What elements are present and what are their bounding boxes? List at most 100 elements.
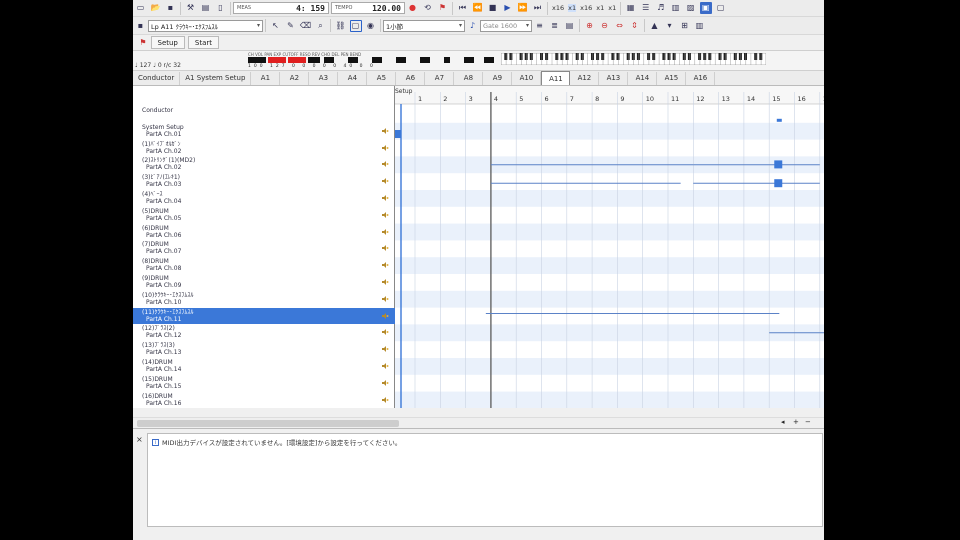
track-row[interactable]: (3)ﾋﾟｱﾉ(ｴﾚｷ1) PartA Ch.03 bbox=[133, 173, 395, 190]
tab-a13[interactable]: A13 bbox=[599, 71, 629, 85]
speaker-icon[interactable] bbox=[381, 278, 389, 286]
tab-a11[interactable]: A11 bbox=[541, 71, 571, 85]
picture-icon[interactable]: ▣ bbox=[699, 2, 712, 14]
fill-icon[interactable]: ▤ bbox=[564, 20, 576, 32]
skip-end-icon[interactable]: ⏭ bbox=[532, 2, 544, 14]
speaker-icon[interactable] bbox=[381, 379, 389, 387]
track-row[interactable]: (14)DRUM PartA Ch.14 bbox=[133, 358, 395, 375]
loop-icon[interactable]: ⟲ bbox=[422, 2, 434, 14]
speaker-icon[interactable] bbox=[381, 295, 389, 303]
tab-a14[interactable]: A14 bbox=[628, 71, 658, 85]
grid-view-icon[interactable]: ▦ bbox=[625, 2, 637, 14]
gate-select[interactable]: Gate 1600 ▾ bbox=[480, 19, 532, 32]
quantize-icon[interactable]: ≡ bbox=[534, 20, 546, 32]
tab-a7[interactable]: A7 bbox=[425, 71, 455, 85]
zoom-plus-icon[interactable]: + bbox=[793, 418, 799, 426]
start-button[interactable]: Start bbox=[187, 36, 219, 49]
speaker-icon[interactable] bbox=[381, 345, 389, 353]
tab-a3[interactable]: A3 bbox=[309, 71, 339, 85]
zoom-out-icon[interactable]: ⊖ bbox=[599, 20, 611, 32]
speaker-icon[interactable] bbox=[381, 194, 389, 202]
track-row[interactable]: (8)DRUM PartA Ch.08 bbox=[133, 257, 395, 274]
track-row[interactable]: (13)ﾌﾞﾗｽ(3) PartA Ch.13 bbox=[133, 341, 395, 358]
quantize-settings-icon[interactable]: ≣ bbox=[549, 20, 561, 32]
speaker-icon[interactable] bbox=[381, 177, 389, 185]
track-row[interactable]: Conductor bbox=[133, 106, 395, 123]
zoom-minus-icon[interactable]: − bbox=[805, 418, 811, 426]
zoom-x16-label[interactable]: x16 bbox=[552, 4, 564, 12]
waveform-icon[interactable]: ▨ bbox=[685, 2, 697, 14]
speaker-icon[interactable] bbox=[381, 160, 389, 168]
eraser-icon[interactable]: ⌫ bbox=[300, 20, 312, 32]
track-row[interactable]: (7)DRUM PartA Ch.07 bbox=[133, 240, 395, 257]
beat-select[interactable]: 1小節 ▾ bbox=[383, 19, 465, 32]
track-row[interactable]: (16)DRUM PartA Ch.16 bbox=[133, 392, 395, 409]
tab-a9[interactable]: A9 bbox=[483, 71, 513, 85]
track-row[interactable]: (11)ｸﾗｳｷｰ･ｴｸｽﾌﾑｽﾙ PartA Ch.11 bbox=[133, 307, 395, 325]
tab-a6[interactable]: A6 bbox=[396, 71, 426, 85]
zoom-h-in-icon[interactable]: ⇔ bbox=[614, 20, 626, 32]
zoom-h-out-icon[interactable]: ⇕ bbox=[629, 20, 641, 32]
speaker-icon[interactable] bbox=[381, 312, 389, 320]
save-icon[interactable]: ▪ bbox=[165, 2, 177, 14]
vzoom-x16-label[interactable]: x16 bbox=[580, 4, 592, 12]
fast-forward-icon[interactable]: ⏩ bbox=[517, 2, 529, 14]
snap-icon[interactable]: ◉ bbox=[365, 20, 377, 32]
speaker-icon[interactable] bbox=[381, 244, 389, 252]
speaker-icon[interactable] bbox=[381, 211, 389, 219]
close-icon[interactable]: × bbox=[136, 435, 143, 444]
track-select[interactable]: Lp A11 ｸﾗｳｷｰ･ｴｸｽﾌﾑｽﾙ ▾ bbox=[148, 19, 263, 32]
magnifier-icon[interactable]: ⌕ bbox=[315, 20, 327, 32]
track-row[interactable]: (6)DRUM PartA Ch.06 bbox=[133, 224, 395, 241]
track-row[interactable]: (9)DRUM PartA Ch.09 bbox=[133, 274, 395, 291]
tab-a8[interactable]: A8 bbox=[454, 71, 484, 85]
speaker-icon[interactable] bbox=[381, 362, 389, 370]
track-row[interactable]: (4)ﾍﾞｰｽ PartA Ch.04 bbox=[133, 190, 395, 207]
link-icon[interactable]: ⛓ bbox=[335, 20, 347, 32]
song-grid[interactable]: Setup12345678910111213141516171819202122 bbox=[395, 86, 824, 408]
track-row[interactable]: (15)DRUM PartA Ch.15 bbox=[133, 375, 395, 392]
triangle-icon[interactable]: ▲ bbox=[649, 20, 661, 32]
note-icon[interactable]: ♪ bbox=[467, 20, 479, 32]
record-icon[interactable]: ● bbox=[407, 2, 419, 14]
setup-button[interactable]: Setup bbox=[150, 36, 185, 49]
speaker-icon[interactable] bbox=[381, 261, 389, 269]
more-icon[interactable]: ▥ bbox=[694, 20, 706, 32]
speaker-icon[interactable] bbox=[381, 127, 389, 135]
pencil-icon[interactable]: ✎ bbox=[285, 20, 297, 32]
speaker-icon[interactable] bbox=[381, 328, 389, 336]
tab-a16[interactable]: A16 bbox=[686, 71, 716, 85]
select-box-icon[interactable]: ▢ bbox=[349, 19, 362, 32]
stop-icon[interactable]: ■ bbox=[487, 2, 499, 14]
zoom-x1-label[interactable]: x1 bbox=[568, 4, 577, 12]
track-row[interactable]: (1)ﾊﾟｲﾌﾟｵﾙｶﾞﾝ PartA Ch.02 bbox=[133, 140, 395, 157]
tab-a10[interactable]: A10 bbox=[512, 71, 542, 85]
panel-icon[interactable]: ▢ bbox=[715, 2, 727, 14]
speaker-icon[interactable] bbox=[381, 228, 389, 236]
new-file-icon[interactable]: ▭ bbox=[135, 2, 147, 14]
tab-conductor[interactable]: Conductor bbox=[133, 71, 181, 85]
tab-a1-system-setup[interactable]: A1 System Setup bbox=[180, 71, 252, 85]
track-row[interactable]: System Setup PartA Ch.01 bbox=[133, 123, 395, 140]
tab-a4[interactable]: A4 bbox=[338, 71, 368, 85]
vzoom-x1-label[interactable]: x1 bbox=[596, 4, 604, 12]
metronome-icon[interactable]: ⚑ bbox=[437, 2, 449, 14]
mixer-icon[interactable]: ▥ bbox=[670, 2, 682, 14]
rewind-icon[interactable]: ⏪ bbox=[472, 2, 484, 14]
play-icon[interactable]: ▶ bbox=[502, 2, 514, 14]
zoom-in-icon[interactable]: ⊕ bbox=[584, 20, 596, 32]
clipboard-icon[interactable]: ▤ bbox=[200, 2, 212, 14]
tab-a5[interactable]: A5 bbox=[367, 71, 397, 85]
tab-a12[interactable]: A12 bbox=[570, 71, 600, 85]
tab-a1[interactable]: A1 bbox=[251, 71, 281, 85]
document-icon[interactable]: ▯ bbox=[215, 2, 227, 14]
rewind-start-icon[interactable]: ⏮ bbox=[457, 2, 469, 14]
track-row[interactable]: (10)ｸﾗｳｷｰ･ｴｸｽﾌﾑｽﾙ PartA Ch.10 bbox=[133, 291, 395, 308]
speed-x1-label[interactable]: x1 bbox=[608, 4, 616, 12]
list-view-icon[interactable]: ☰ bbox=[640, 2, 652, 14]
scroll-left-icon[interactable]: ◂ bbox=[781, 418, 785, 426]
speaker-icon[interactable] bbox=[381, 396, 389, 404]
track-row[interactable]: (2)ｽﾄﾘﾝｸﾞ(1)(MD2) PartA Ch.02 bbox=[133, 156, 395, 173]
horizontal-scroll-thumb[interactable] bbox=[137, 420, 399, 427]
speaker-icon[interactable] bbox=[381, 144, 389, 152]
